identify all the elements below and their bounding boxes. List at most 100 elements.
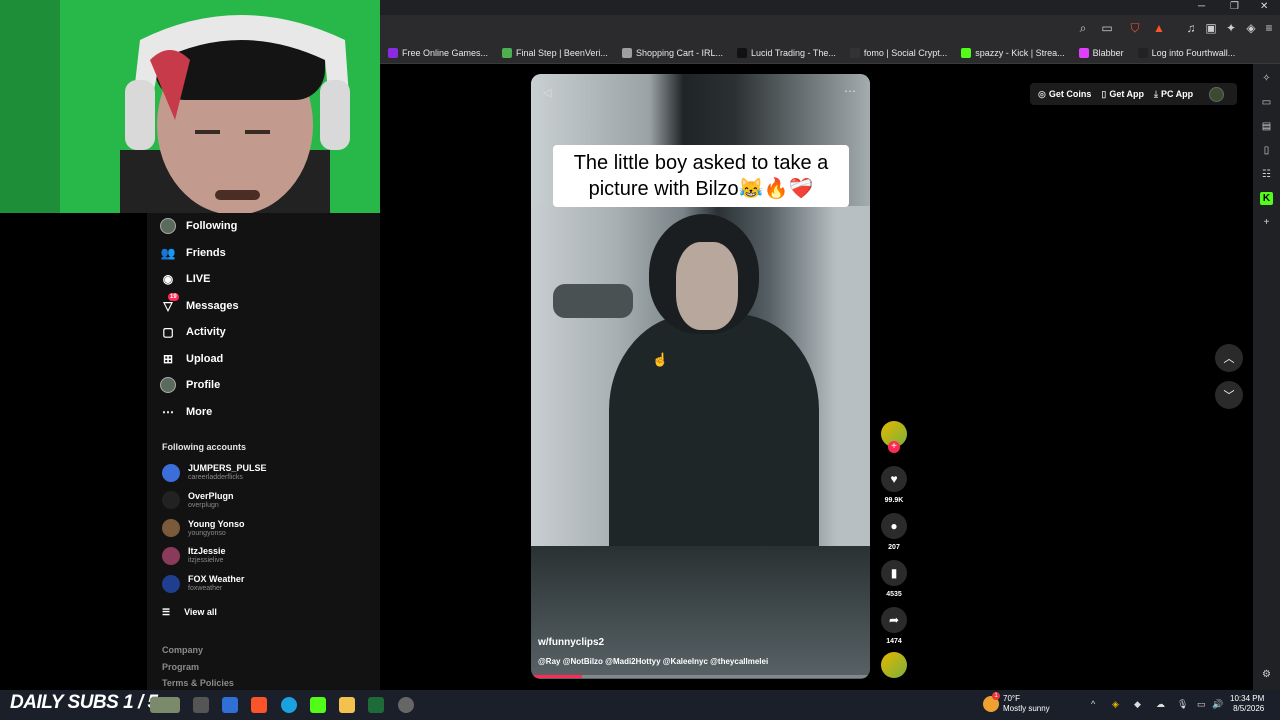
sidebar-item-following[interactable]: Following [160,215,237,237]
user-avatar[interactable] [1209,86,1225,102]
video-progress[interactable] [531,675,870,678]
sidebar-item-messages[interactable]: ▽ 19 Messages [160,292,239,317]
following-account[interactable]: OverPlugn overplugn [162,491,234,510]
account-handle: youngyonso [188,529,226,537]
comment-action[interactable]: ● 207 [880,513,908,551]
heart-icon[interactable]: ♥ [881,466,907,492]
brave-shields-icon[interactable]: ⛉ [1128,21,1142,35]
bookmark-icon[interactable]: ▮ [881,560,907,586]
bookmarks-side-icon[interactable]: ▯ [1260,144,1273,157]
bookmark-item[interactable]: spazzy - Kick | Strea... [961,47,1065,58]
weather-widget[interactable]: 70°F Mostly sunny [1003,694,1050,714]
leo-icon[interactable]: ✦ [1224,21,1238,35]
menu-icon[interactable]: ≡ [1262,21,1276,35]
footer-company[interactable]: Company [162,645,203,655]
account-text: Young Yonso youngyonso [188,519,245,538]
wallet-side-icon[interactable]: ▤ [1260,120,1273,133]
sidebar-item-friends[interactable]: 👥 Friends [160,242,226,264]
bookmark-item[interactable]: Log into Fourthwall... [1137,47,1235,58]
reading-list-icon[interactable]: ☷ [1260,168,1273,181]
volume-tray-icon[interactable]: 🔊 [1212,699,1223,710]
get-coins-button[interactable]: ◎ Get Coins [1038,89,1091,100]
app-icon-2[interactable] [368,697,384,713]
bookmark-item[interactable]: Free Online Games... [388,47,488,58]
add-panel-icon[interactable]: + [1260,216,1273,229]
more-options-icon[interactable]: ⋯ [844,84,856,98]
weather-temp: 70°F [1003,694,1020,703]
brave-rewards-icon[interactable]: ▲ [1152,21,1166,35]
coin-icon: ◎ [1038,88,1046,99]
bookmark-item[interactable]: Lucid Trading - The... [736,47,836,58]
settings-gear-icon[interactable]: ⚙ [1260,668,1273,681]
volume-icon[interactable]: ◁ [543,86,551,99]
bookmark-item[interactable]: Shopping Cart - IRL... [621,47,723,58]
edge-taskbar-icon[interactable] [281,697,297,713]
following-account[interactable]: JUMPERS_PULSE careerladderflicks [162,463,267,482]
account-text: ItzJessie itzjessielive [188,546,226,565]
profile-avatar [160,377,176,393]
save-action[interactable]: ▮ 4535 [880,560,908,598]
like-action[interactable]: ♥ 99.9K [880,466,908,504]
comment-icon[interactable]: ● [881,513,907,539]
video-author[interactable]: w/funnyclips2 [538,637,604,648]
following-account[interactable]: FOX Weather foxweather [162,574,244,593]
view-all-link[interactable]: ☰ View all [162,601,217,623]
sidebar-item-activity[interactable]: ▢ Activity [160,321,225,343]
brave-taskbar-icon[interactable] [251,697,267,713]
kick-taskbar-icon[interactable] [310,697,326,713]
sidebar-item-upload[interactable]: ⊞ Upload [160,348,223,370]
following-account[interactable]: ItzJessie itzjessielive [162,546,226,565]
get-app-button[interactable]: ▯ Get App [1101,89,1144,100]
kick-icon[interactable]: K [1260,192,1273,205]
pc-app-button[interactable]: ⤓ PC App [1154,89,1193,100]
browser-side-panel: ✧ ▭ ▤ ▯ ☷ K + ⚙ [1253,64,1280,690]
previous-video-button[interactable]: ︿ [1215,344,1243,372]
tray-app-icon-2[interactable]: ◆ [1134,699,1141,710]
system-clock[interactable]: 10:34 PM 8/5/2026 [1230,694,1264,714]
sidebar-item-live[interactable]: ◉ LIVE [160,268,211,290]
task-view-icon[interactable] [193,697,209,713]
chevron-down-icon: ﹀ [1223,390,1235,402]
sidebar-item-label: More [186,405,213,418]
share-icon[interactable]: ➦ [881,607,907,633]
search-icon[interactable]: ⌕ [1076,21,1090,35]
tray-app-icon-3[interactable]: ☁ [1156,699,1165,710]
tray-chevron-icon[interactable]: ^ [1091,699,1095,709]
footer-terms[interactable]: Terms & Policies [162,678,234,688]
daily-subs-overlay: DAILY SUBS 1 / 5 [10,692,158,713]
cast-icon[interactable]: ▭ [1100,21,1114,35]
bookmark-label: Shopping Cart - IRL... [635,47,723,58]
browser-toolbar: ⌕ ▭ ⛉ ▲ ♫ ▣ ✦ ◈ ≡ [380,15,1280,42]
share-action[interactable]: ➦ 1474 [880,607,908,645]
creator-avatar[interactable]: + [880,421,908,453]
sound-disc[interactable] [880,652,908,678]
music-icon[interactable]: ♫ [1184,21,1198,35]
vpn-icon[interactable]: ◈ [1244,21,1258,35]
bookmark-favicon-icon [1078,47,1089,58]
microphone-icon[interactable]: 🎙 [1177,699,1188,710]
video-description[interactable]: @Ray @NotBilzo @Madi2Hottyy @Kaleelnyc @… [538,657,768,666]
account-text: FOX Weather foxweather [188,574,244,593]
bookmark-item[interactable]: Final Step | BeenVeri... [502,47,608,58]
file-explorer-icon[interactable] [339,697,355,713]
sidebar-item-more[interactable]: ⋯ More [160,401,212,423]
bookmark-item[interactable]: Blabber [1078,47,1124,58]
close-icon[interactable]: ✕ [1260,1,1268,12]
next-video-button[interactable]: ﹀ [1215,381,1243,409]
network-icon[interactable]: ▭ [1197,699,1206,710]
footer-program[interactable]: Program [162,662,199,672]
tray-app-icon-1[interactable]: ◈ [1112,699,1119,710]
leo-ai-icon[interactable]: ✧ [1260,72,1273,85]
following-account[interactable]: Young Yonso youngyonso [162,519,245,538]
minimize-icon[interactable]: ─ [1198,1,1205,12]
obs-taskbar-icon[interactable] [398,697,414,713]
tv-icon[interactable]: ▭ [1260,96,1273,109]
bookmark-item[interactable]: fomo | Social Crypt... [849,47,947,58]
sidebar-item-profile[interactable]: Profile [160,374,220,396]
video-player[interactable]: The little boy asked to take a picture w… [531,74,870,679]
wallet-icon[interactable]: ▣ [1204,21,1218,35]
follow-plus-icon[interactable]: + [888,441,900,453]
app-icon-1[interactable] [222,697,238,713]
restore-icon[interactable]: ❐ [1230,1,1239,12]
more-icon: ⋯ [162,404,174,419]
